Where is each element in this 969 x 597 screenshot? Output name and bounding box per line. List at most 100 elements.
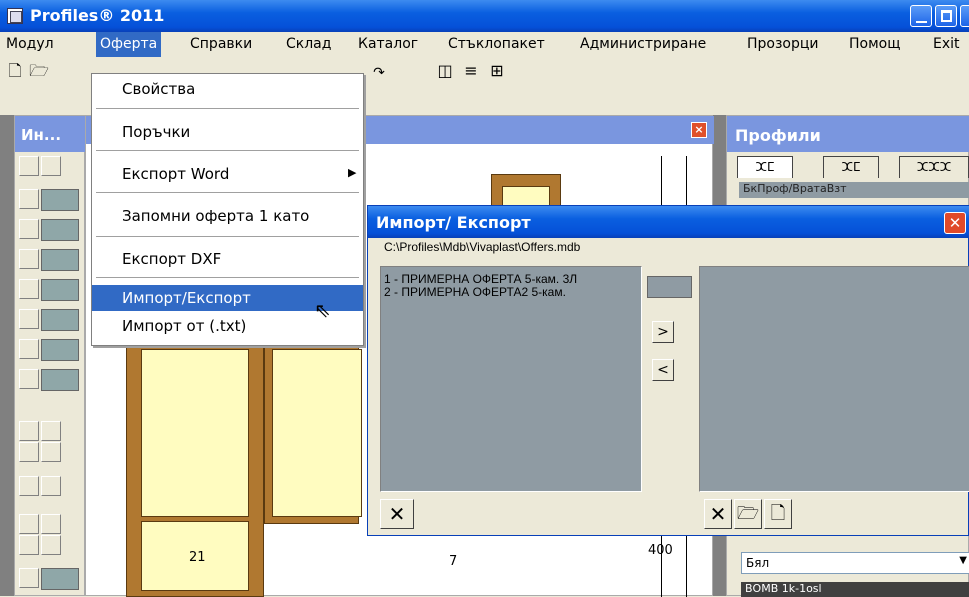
close-right-button[interactable]: ✕: [704, 499, 732, 529]
move-left-button[interactable]: <: [652, 359, 674, 381]
door-tool-icon[interactable]: [41, 514, 61, 534]
close-left-button[interactable]: ✕: [380, 499, 414, 529]
profile-tab[interactable]: ⵋⵎ: [823, 156, 879, 178]
menu-administration[interactable]: Администриране: [580, 36, 706, 52]
menu-item-save-offer[interactable]: Запомни оферта 1 като: [92, 203, 363, 229]
columns-icon[interactable]: ◫: [434, 61, 456, 83]
grid-icon[interactable]: ⊞: [486, 61, 508, 83]
transom-tool-icon[interactable]: [19, 219, 39, 239]
dialog-close-icon[interactable]: ✕: [944, 212, 966, 234]
title-bar: Profiles® 2011: [0, 0, 969, 32]
minimize-button[interactable]: [910, 5, 932, 27]
close-button[interactable]: [960, 5, 969, 27]
color-swatch[interactable]: [41, 339, 79, 361]
menu-bar: Модул Оферта Справки Склад Каталог Стъкл…: [0, 32, 969, 57]
color-swatch[interactable]: [41, 309, 79, 331]
app-icon[interactable]: [7, 8, 23, 24]
profile-list-row[interactable]: ВОМВ 1k-1osl: [741, 582, 969, 597]
offers-list[interactable]: 1 - ПРИМЕРНА ОФЕРТА 5-кам. 3Л 2 - ПРИМЕР…: [380, 266, 642, 492]
drawing-close-icon[interactable]: ×: [691, 122, 707, 138]
color-swatch[interactable]: [41, 279, 79, 301]
sliding-tool-icon[interactable]: [19, 568, 39, 588]
frame-tool-icon[interactable]: [41, 442, 61, 462]
dimension-label: 7: [449, 554, 458, 569]
split-tool-icon[interactable]: [19, 339, 39, 359]
split-tool-icon[interactable]: [19, 369, 39, 389]
color-swatch[interactable]: [41, 189, 79, 211]
door-tool-icon[interactable]: [19, 514, 39, 534]
database-path: C:\Profiles\Mdb\Vivaplast\Offers.mdb: [384, 240, 581, 254]
color-swatch[interactable]: [41, 249, 79, 271]
move-right-button[interactable]: >: [652, 321, 674, 343]
menu-item-export-dxf[interactable]: Експорт DXF: [92, 246, 363, 272]
profile-tab[interactable]: ⵋⵋⵋ: [899, 156, 969, 178]
menu-item-label: Импорт от (.txt): [122, 317, 247, 335]
menu-separator: [96, 192, 359, 193]
frame-tool-icon[interactable]: [19, 442, 39, 462]
target-list[interactable]: [699, 266, 969, 492]
menu-item-label: Експорт DXF: [122, 250, 222, 268]
rows-icon[interactable]: ≡: [460, 61, 482, 83]
menu-item-label: Запомни оферта 1 като: [122, 207, 310, 225]
menu-item-orders[interactable]: Поръчки: [92, 119, 363, 145]
tools-panel-title: Ин...: [15, 116, 86, 152]
menu-item-label: Експорт Word: [122, 165, 230, 183]
new-file-icon[interactable]: 🗋: [764, 499, 792, 529]
split-tool-icon[interactable]: [19, 279, 39, 299]
menu-help[interactable]: Помощ: [849, 36, 900, 52]
color-swatch[interactable]: [41, 369, 79, 391]
menu-catalog[interactable]: Каталог: [358, 36, 418, 52]
menu-item-properties[interactable]: Свойства: [92, 76, 363, 102]
menu-item-label: Поръчки: [122, 123, 191, 141]
menu-module[interactable]: Модул: [6, 36, 54, 52]
split-tool-icon[interactable]: [19, 249, 39, 269]
pointer-tool-icon[interactable]: [19, 156, 39, 176]
menu-windows[interactable]: Прозорци: [747, 36, 819, 52]
menu-separator: [96, 277, 359, 278]
frame-tool-icon[interactable]: [41, 421, 61, 441]
menu-exit[interactable]: Exit: [933, 36, 960, 52]
new-file-icon[interactable]: 🗋: [4, 61, 26, 83]
color-swatch[interactable]: [41, 219, 79, 241]
menu-offer[interactable]: Оферта: [96, 32, 162, 57]
open-folder-icon[interactable]: 🗁: [734, 499, 762, 529]
split-tool-icon[interactable]: [19, 309, 39, 329]
maximize-button[interactable]: [935, 5, 957, 27]
menu-warehouse[interactable]: Склад: [286, 36, 331, 52]
window-title: Profiles® 2011: [30, 6, 165, 25]
glass-pane: [141, 349, 249, 517]
profiles-panel-title: Профили: [727, 116, 969, 152]
tools-panel: Ин...: [14, 115, 86, 596]
redo-icon[interactable]: ↷: [368, 63, 390, 85]
door-tool-icon[interactable]: [41, 535, 61, 555]
menu-item-label: Импорт/Експорт: [122, 289, 251, 307]
profile-tab[interactable]: ⵋⵎ: [737, 156, 793, 178]
chevron-down-icon[interactable]: ▼: [959, 555, 967, 566]
door-tool-icon[interactable]: [19, 535, 39, 555]
menu-separator: [96, 108, 359, 109]
list-item[interactable]: 2 - ПРИМЕРНА ОФЕРТА2 5-кам.: [384, 286, 566, 299]
dimension-label: 21: [189, 550, 206, 565]
counter-field[interactable]: [647, 276, 692, 298]
menu-item-label: Свойства: [122, 80, 196, 98]
glass-pane: [272, 349, 362, 517]
menu-item-export-word[interactable]: Експорт Word ▶: [92, 161, 363, 187]
handle-tool-icon[interactable]: [41, 476, 61, 496]
menu-glass-unit[interactable]: Стъклопакет: [448, 36, 545, 52]
offer-menu-dropdown: Свойства Поръчки Експорт Word ▶ Запомни о…: [91, 73, 364, 346]
dialog-title: Импорт/ Експорт: [368, 206, 969, 238]
color-swatch[interactable]: [41, 568, 79, 590]
import-export-dialog: Импорт/ Експорт ✕ C:\Profiles\Mdb\Vivapl…: [367, 205, 969, 536]
maximize-icon: [941, 10, 952, 22]
mullion-tool-icon[interactable]: [19, 189, 39, 209]
color-select-value: Бял: [746, 556, 770, 570]
frame-tool-icon[interactable]: [19, 421, 39, 441]
color-select[interactable]: Бял ▼: [741, 552, 969, 574]
profile-list-row[interactable]: БкПроф/ВратаВзт: [739, 182, 969, 198]
sash-tool-icon[interactable]: [19, 476, 39, 496]
menu-separator: [96, 236, 359, 237]
open-folder-icon[interactable]: 🗁: [28, 61, 50, 83]
eraser-tool-icon[interactable]: [41, 156, 61, 176]
submenu-arrow-icon: ▶: [348, 166, 357, 179]
menu-reports[interactable]: Справки: [190, 36, 252, 52]
